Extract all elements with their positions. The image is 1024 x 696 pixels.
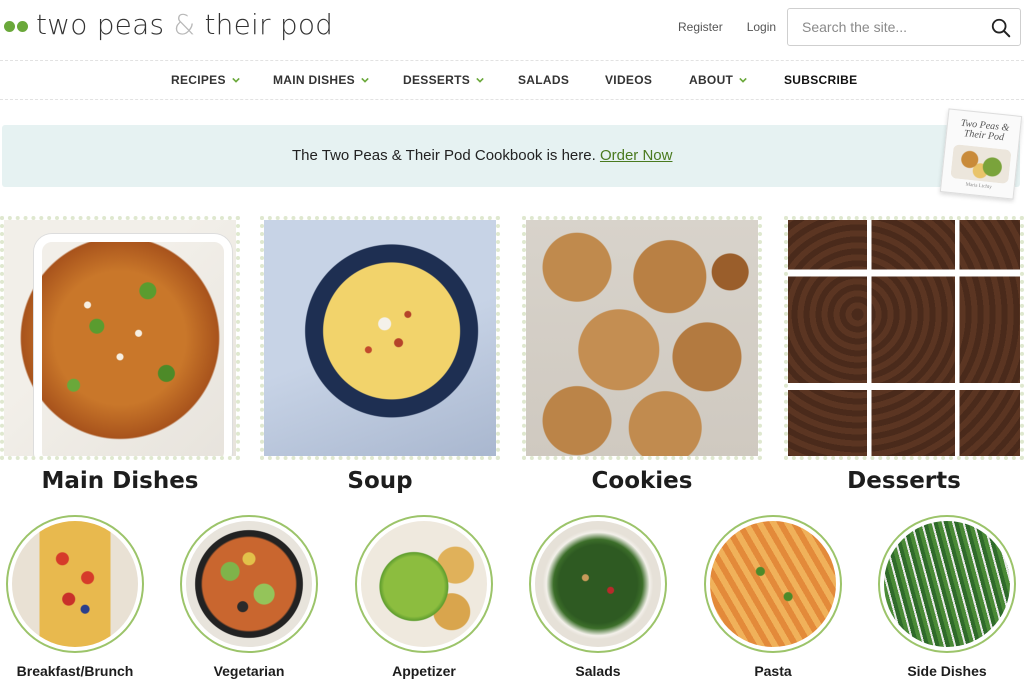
potato-soup-photo (260, 216, 500, 460)
nav-label: DESSERTS (403, 73, 471, 87)
vegetarian-photo (180, 515, 318, 653)
chevron-down-icon (476, 77, 484, 83)
nav-item-subscribe[interactable]: SUBSCRIBE (784, 73, 857, 87)
logo-ampersand: & (173, 8, 196, 41)
account-links: Register Login (678, 20, 776, 34)
cookbook-cover-image[interactable]: Two Peas & Their Pod Maria Lichty (939, 108, 1023, 200)
chevron-down-icon (739, 77, 747, 83)
subcategory-label: Breakfast/Brunch (16, 663, 134, 679)
nav-item-salads[interactable]: SALADS (518, 73, 569, 87)
cookbook-banner: The Two Peas & Their Pod Cookbook is her… (2, 125, 1020, 187)
banner-text: The Two Peas & Their Pod Cookbook is her… (292, 147, 672, 164)
nav-label: SALADS (518, 73, 570, 87)
category-label: Cookies (591, 468, 693, 494)
nav-label: RECIPES (171, 73, 226, 87)
chevron-down-icon (232, 77, 240, 83)
main-nav: RECIPES MAIN DISHES DESSERTS SALADS VIDE… (0, 60, 1024, 100)
subcategory-label: Salads (575, 663, 621, 679)
nav-item-about[interactable]: ABOUT (689, 73, 747, 87)
logo-wordmark: two peas & their pod (36, 8, 333, 41)
nav-item-main-dishes[interactable]: MAIN DISHES (273, 73, 369, 87)
guacamole-photo (355, 515, 493, 653)
cookbook-food-image (950, 144, 1012, 184)
pretzel-cookies-photo (522, 216, 762, 460)
category-label: Soup (347, 468, 413, 494)
order-now-link[interactable]: Order Now (600, 147, 673, 164)
nav-label: ABOUT (689, 73, 734, 87)
category-label: Main Dishes (41, 468, 199, 494)
logo-text-part2: their pod (195, 8, 334, 41)
subcategory-label: Appetizer (392, 663, 456, 679)
logo-text-part1: two peas (36, 8, 174, 41)
nav-label: MAIN DISHES (273, 73, 355, 87)
green-beans-photo (878, 515, 1016, 653)
breakfast-photo (6, 515, 144, 653)
site-header: two peas & their pod Register Login (0, 0, 1024, 56)
cookbook-title: Two Peas & Their Pod (960, 117, 1010, 144)
nav-label: VIDEOS (605, 73, 653, 87)
chevron-down-icon (361, 77, 369, 83)
banner-message: The Two Peas & Their Pod Cookbook is her… (292, 147, 600, 164)
search-input[interactable] (788, 9, 988, 45)
site-logo[interactable]: two peas & their pod (4, 8, 333, 41)
baked-pasta-photo (704, 515, 842, 653)
nav-item-recipes[interactable]: RECIPES (171, 73, 240, 87)
nav-label: SUBSCRIBE (784, 73, 858, 87)
login-link[interactable]: Login (747, 20, 776, 34)
search-box (787, 8, 1021, 46)
brownies-photo (784, 216, 1024, 460)
nav-item-videos[interactable]: VIDEOS (605, 73, 652, 87)
register-link[interactable]: Register (678, 20, 723, 34)
pea-dots-icon (4, 21, 28, 32)
subcategory-label: Pasta (754, 663, 792, 679)
kale-salad-photo (529, 515, 667, 653)
search-icon[interactable] (990, 17, 1012, 39)
enchiladas-photo (0, 216, 240, 460)
nav-item-desserts[interactable]: DESSERTS (403, 73, 484, 87)
subcategory-label: Vegetarian (213, 663, 285, 679)
category-label: Desserts (847, 468, 961, 494)
subcategory-label: Side Dishes (907, 663, 987, 679)
